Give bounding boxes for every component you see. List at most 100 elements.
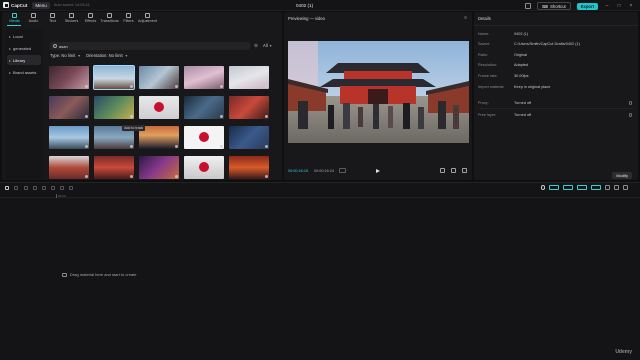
media-thumbnail[interactable]	[184, 96, 224, 119]
media-thumbnail[interactable]	[229, 96, 269, 119]
zoom-out-icon[interactable]	[605, 185, 610, 190]
download-icon[interactable]	[85, 145, 88, 148]
media-thumbnail[interactable]	[184, 66, 224, 89]
download-icon[interactable]	[130, 175, 133, 178]
sidebar-item-generated[interactable]: ▸ generated	[7, 43, 41, 53]
microphone-icon[interactable]	[541, 185, 545, 190]
clear-search-icon[interactable]: ⊗	[253, 43, 259, 49]
download-icon[interactable]	[175, 115, 178, 118]
tab-adjustment[interactable]: Adjustment	[138, 12, 157, 26]
media-thumbnail[interactable]	[229, 126, 269, 149]
media-thumbnail[interactable]	[94, 156, 134, 179]
media-thumbnail[interactable]	[139, 66, 179, 89]
export-button[interactable]: Export	[576, 2, 598, 10]
zoom-slider-icon[interactable]	[614, 185, 619, 190]
timeline-grid-icon[interactable]	[339, 168, 346, 173]
layout-icon[interactable]	[525, 3, 532, 9]
download-icon[interactable]	[175, 145, 178, 148]
chevron-down-icon[interactable]	[14, 186, 18, 190]
download-icon[interactable]	[265, 115, 268, 118]
all-filter-dropdown[interactable]: All ▼	[263, 43, 272, 48]
redo-icon[interactable]	[33, 186, 37, 190]
search-input[interactable]: asan	[50, 42, 250, 50]
sidebar-item-brand-assets[interactable]: ▸ Brand assets	[7, 67, 41, 77]
filters-icon	[126, 13, 131, 18]
sidebar-item-local[interactable]: ▸ Local	[7, 31, 41, 41]
tab-media[interactable]: Media	[5, 12, 24, 26]
menu-button[interactable]: Menu	[32, 1, 50, 9]
japan-flag-thumbnail[interactable]	[184, 126, 224, 149]
download-icon[interactable]	[220, 115, 223, 118]
japan-flag-thumbnail[interactable]	[184, 156, 224, 179]
download-icon[interactable]	[265, 175, 268, 178]
shortcut-button[interactable]: ⌨ Shortcut	[537, 2, 571, 10]
split-icon[interactable]	[42, 186, 46, 190]
maximize-icon[interactable]: □	[616, 3, 622, 9]
delete-right-icon[interactable]	[60, 186, 64, 190]
linkage-icon[interactable]	[577, 185, 587, 190]
delete-icon[interactable]	[69, 186, 73, 190]
download-icon[interactable]	[85, 85, 88, 88]
detail-value: Turned off	[514, 101, 532, 105]
japan-flag-thumbnail[interactable]	[139, 96, 179, 119]
download-icon[interactable]	[130, 115, 133, 118]
timeline-ruler[interactable]: 00:00	[0, 194, 640, 198]
close-icon[interactable]: ×	[628, 3, 634, 9]
link-main-track-icon[interactable]	[549, 185, 559, 190]
media-thumbnail[interactable]	[49, 96, 89, 119]
modify-button[interactable]: Modify	[612, 172, 632, 179]
media-thumbnail[interactable]	[49, 66, 89, 89]
add-to-track-tooltip: Add to track	[122, 125, 146, 131]
download-icon[interactable]	[220, 145, 223, 148]
tab-transitions[interactable]: Transitions	[100, 12, 119, 26]
download-icon[interactable]	[130, 145, 133, 148]
crop-icon[interactable]	[440, 168, 445, 173]
tab-filters[interactable]: Filters	[119, 12, 138, 26]
download-icon[interactable]	[175, 175, 178, 178]
download-icon[interactable]	[85, 175, 88, 178]
player-panel: Previewing — video ≡ 00:00:16:15 00:00:1…	[284, 12, 472, 180]
download-icon[interactable]	[130, 85, 133, 88]
download-icon[interactable]	[220, 175, 223, 178]
zoom-in-icon[interactable]	[623, 185, 628, 190]
tab-text[interactable]: Text	[43, 12, 62, 26]
info-icon[interactable]	[628, 101, 632, 105]
fullscreen-icon[interactable]	[462, 168, 467, 173]
tab-effects[interactable]: Effects	[81, 12, 100, 26]
detail-value: C:/Users/Smith/CapCut Drafts/0402 (1)	[514, 42, 580, 46]
detail-label: Frame rate:	[478, 74, 498, 78]
project-title[interactable]: 0402 (1)	[296, 3, 313, 8]
tab-label: Filters	[123, 19, 134, 23]
shortcut-label: Shortcut	[550, 3, 566, 9]
info-icon[interactable]	[628, 113, 632, 117]
download-icon[interactable]	[85, 115, 88, 118]
tab-audio[interactable]: Audio	[24, 12, 43, 26]
preview-axis-icon[interactable]	[591, 185, 601, 190]
media-thumbnail[interactable]	[93, 65, 135, 90]
download-icon[interactable]	[265, 85, 268, 88]
download-icon[interactable]	[220, 85, 223, 88]
tab-stickers[interactable]: Stickers	[62, 12, 81, 26]
download-icon[interactable]	[175, 85, 178, 88]
player-menu-icon[interactable]: ≡	[464, 15, 467, 21]
type-filter-dropdown[interactable]: Type: No limit ▼	[50, 53, 81, 58]
video-preview[interactable]	[288, 41, 469, 143]
download-icon[interactable]	[265, 145, 268, 148]
minimize-icon[interactable]: –	[604, 3, 610, 9]
media-thumbnail[interactable]	[139, 156, 179, 179]
sidebar-item-library[interactable]: ▸ Library	[7, 55, 41, 65]
select-tool-icon[interactable]	[5, 186, 9, 190]
media-thumbnail[interactable]	[94, 96, 134, 119]
media-thumbnail[interactable]	[49, 156, 89, 179]
undo-icon[interactable]	[24, 186, 28, 190]
media-thumbnail[interactable]	[229, 156, 269, 179]
app-name: CapCut	[11, 2, 28, 8]
play-icon[interactable]	[376, 169, 380, 173]
orientation-filter-dropdown[interactable]: Orientation: No limit ▼	[86, 53, 128, 58]
ratio-icon[interactable]	[451, 168, 456, 173]
media-thumbnail[interactable]	[229, 66, 269, 89]
timeline-drop-area[interactable]: Drag material here and start to create	[62, 272, 136, 277]
delete-left-icon[interactable]	[51, 186, 55, 190]
media-thumbnail[interactable]	[49, 126, 89, 149]
magnet-icon[interactable]	[563, 185, 573, 190]
